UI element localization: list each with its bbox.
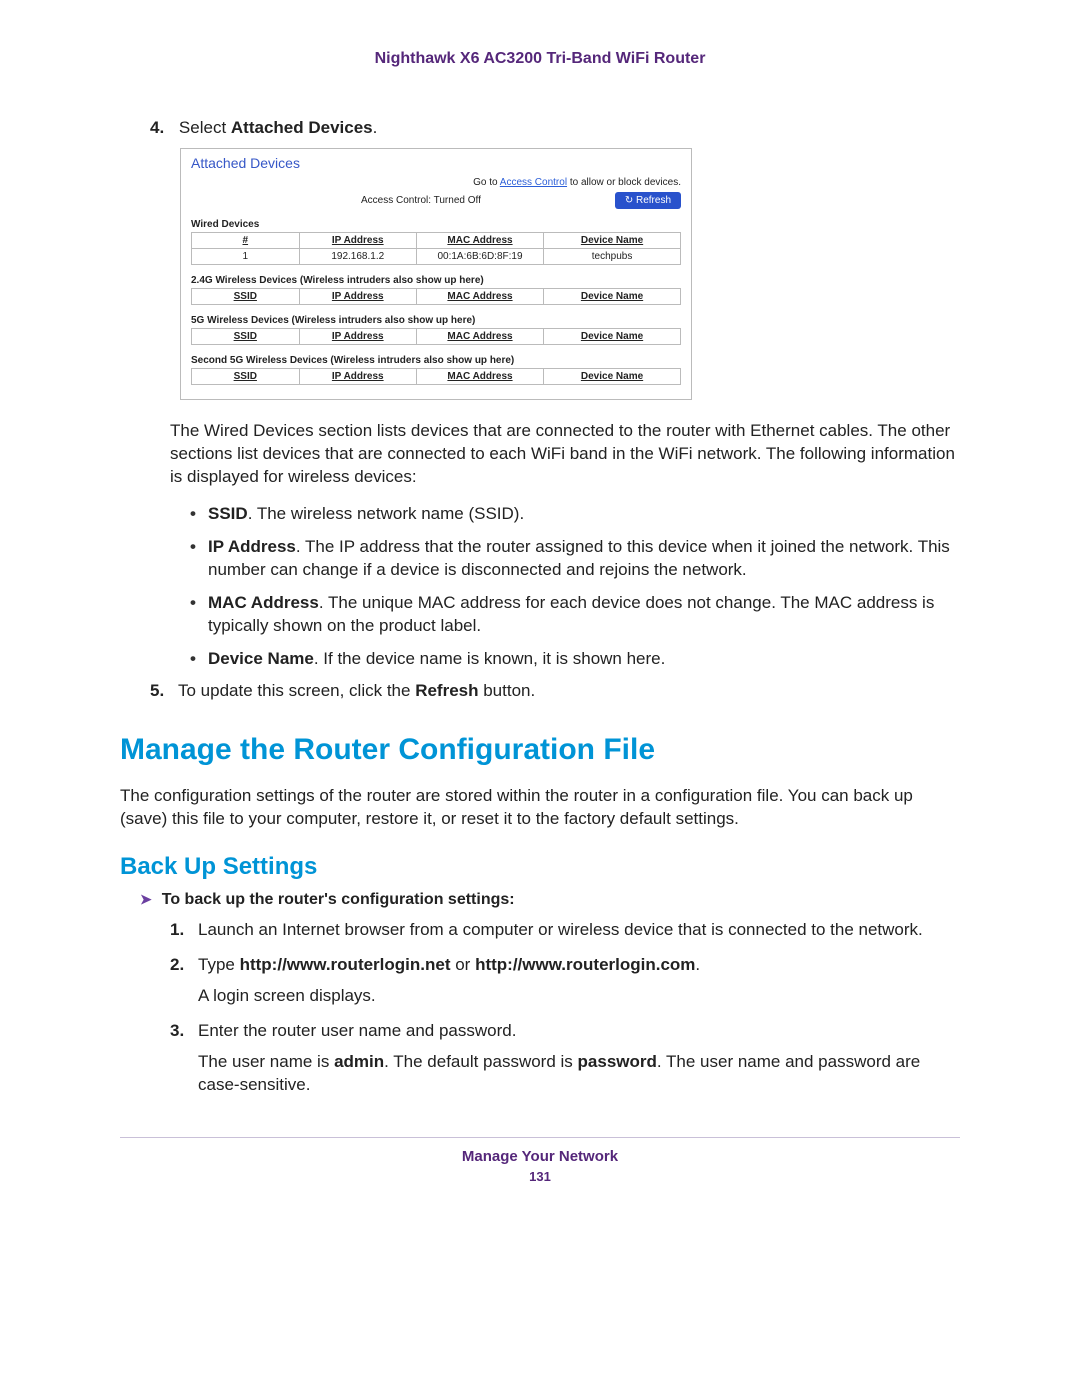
step-text-mid: or bbox=[451, 955, 476, 974]
col-device: Device Name bbox=[544, 289, 681, 305]
table-header-row: SSID IP Address MAC Address Device Name bbox=[192, 289, 681, 305]
list-item: SSID. The wireless network name (SSID). bbox=[190, 503, 960, 526]
url-2: http://www.routerlogin.com bbox=[475, 955, 695, 974]
wired-devices-label: Wired Devices bbox=[181, 215, 691, 230]
col-device: Device Name bbox=[544, 329, 681, 345]
doc-header-title: Nighthawk X6 AC3200 Tri-Band WiFi Router bbox=[120, 50, 960, 68]
wired-devices-table: # IP Address MAC Address Device Name 1 1… bbox=[191, 232, 681, 265]
table-header-row: SSID IP Address MAC Address Device Name bbox=[192, 329, 681, 345]
col-mac: MAC Address bbox=[416, 369, 543, 385]
step-5-pre: To update this screen, click the bbox=[178, 681, 415, 700]
backup-step-3: 3. Enter the router user name and passwo… bbox=[170, 1020, 960, 1097]
ssid-desc: . The wireless network name (SSID). bbox=[248, 504, 525, 523]
wired-description-paragraph: The Wired Devices section lists devices … bbox=[170, 420, 960, 489]
devname-term: Device Name bbox=[208, 649, 314, 668]
col-device: Device Name bbox=[544, 369, 681, 385]
section-heading-manage-config: Manage the Router Configuration File bbox=[120, 733, 960, 767]
wireless-24g-table: SSID IP Address MAC Address Device Name bbox=[191, 288, 681, 305]
col-ip: IP Address bbox=[299, 329, 416, 345]
step-5-post: button. bbox=[479, 681, 536, 700]
table-header-row: # IP Address MAC Address Device Name bbox=[192, 233, 681, 249]
backup-step-1: 1. Launch an Internet browser from a com… bbox=[170, 919, 960, 942]
cell-ip: 192.168.1.2 bbox=[299, 249, 416, 265]
config-file-paragraph: The configuration settings of the router… bbox=[120, 785, 960, 831]
list-item: MAC Address. The unique MAC address for … bbox=[190, 592, 960, 638]
step-text: Launch an Internet browser from a comput… bbox=[198, 920, 923, 939]
refresh-icon: ↻ bbox=[625, 195, 636, 206]
access-control-hint: Go to Access Control to allow or block d… bbox=[181, 173, 691, 190]
step-4-text-prefix: Select bbox=[179, 118, 231, 137]
col-ip: IP Address bbox=[299, 369, 416, 385]
col-ssid: SSID bbox=[192, 289, 300, 305]
col-ip: IP Address bbox=[299, 233, 416, 249]
backup-step-2: 2. Type http://www.routerlogin.net or ht… bbox=[170, 954, 960, 1008]
password-bold: password bbox=[578, 1052, 657, 1071]
sub-mid: . The default password is bbox=[384, 1052, 577, 1071]
access-control-status: Access Control: Turned Off bbox=[361, 195, 481, 206]
step-text-post: . bbox=[695, 955, 700, 974]
attached-devices-panel: Attached Devices Go to Access Control to… bbox=[180, 148, 692, 400]
table-row: 1 192.168.1.2 00:1A:6B:6D:8F:19 techpubs bbox=[192, 249, 681, 265]
wireless-5g-label: 5G Wireless Devices (Wireless intruders … bbox=[181, 311, 691, 326]
col-ssid: SSID bbox=[192, 369, 300, 385]
table-header-row: SSID IP Address MAC Address Device Name bbox=[192, 369, 681, 385]
col-mac: MAC Address bbox=[416, 289, 543, 305]
mac-term: MAC Address bbox=[208, 593, 319, 612]
step-4-text-bold: Attached Devices bbox=[231, 118, 373, 137]
cell-num: 1 bbox=[192, 249, 300, 265]
chevron-right-icon: ➤ bbox=[140, 891, 152, 907]
col-ssid: SSID bbox=[192, 329, 300, 345]
cell-mac: 00:1A:6B:6D:8F:19 bbox=[416, 249, 543, 265]
procedure-title: ➤ To back up the router's configuration s… bbox=[140, 891, 960, 909]
step-text-pre: Type bbox=[198, 955, 240, 974]
step-text: Enter the router user name and password. bbox=[198, 1021, 516, 1040]
ip-desc: . The IP address that the router assigne… bbox=[208, 537, 950, 579]
panel-title: Attached Devices bbox=[181, 149, 691, 173]
go-to-suffix: to allow or block devices. bbox=[567, 177, 681, 188]
step-5-number: 5. bbox=[150, 680, 164, 703]
col-ip: IP Address bbox=[299, 289, 416, 305]
col-device: Device Name bbox=[544, 233, 681, 249]
step-4-text-suffix: . bbox=[373, 118, 378, 137]
step-4: 4. Select Attached Devices. bbox=[150, 118, 960, 138]
ssid-term: SSID bbox=[208, 504, 248, 523]
list-item: Device Name. If the device name is known… bbox=[190, 648, 960, 671]
refresh-label: Refresh bbox=[636, 195, 671, 206]
go-to-text: Go to bbox=[473, 177, 500, 188]
subsection-heading-backup: Back Up Settings bbox=[120, 853, 960, 881]
footer-page-number: 131 bbox=[120, 1169, 960, 1184]
step-subtext: A login screen displays. bbox=[198, 985, 960, 1008]
step-number: 2. bbox=[170, 954, 184, 977]
cell-device: techpubs bbox=[544, 249, 681, 265]
wireless-5g2-label: Second 5G Wireless Devices (Wireless int… bbox=[181, 351, 691, 366]
refresh-button[interactable]: ↻ Refresh bbox=[615, 192, 681, 209]
field-descriptions-list: SSID. The wireless network name (SSID). … bbox=[190, 503, 960, 671]
col-num: # bbox=[192, 233, 300, 249]
sub-pre: The user name is bbox=[198, 1052, 334, 1071]
url-1: http://www.routerlogin.net bbox=[240, 955, 451, 974]
col-mac: MAC Address bbox=[416, 233, 543, 249]
step-subtext: The user name is admin. The default pass… bbox=[198, 1051, 960, 1097]
step-number: 3. bbox=[170, 1020, 184, 1043]
footer-chapter: Manage Your Network bbox=[120, 1148, 960, 1165]
wireless-5g-table: SSID IP Address MAC Address Device Name bbox=[191, 328, 681, 345]
procedure-title-text: To back up the router's configuration se… bbox=[162, 891, 515, 908]
footer-divider bbox=[120, 1137, 960, 1138]
access-control-link[interactable]: Access Control bbox=[500, 177, 567, 188]
ip-term: IP Address bbox=[208, 537, 296, 556]
wireless-5g2-table: SSID IP Address MAC Address Device Name bbox=[191, 368, 681, 385]
step-5: 5. To update this screen, click the Refr… bbox=[150, 680, 960, 703]
devname-desc: . If the device name is known, it is sho… bbox=[314, 649, 666, 668]
step-number: 1. bbox=[170, 919, 184, 942]
step-4-number: 4. bbox=[150, 118, 164, 137]
wireless-24g-label: 2.4G Wireless Devices (Wireless intruder… bbox=[181, 271, 691, 286]
step-5-bold: Refresh bbox=[415, 681, 478, 700]
col-mac: MAC Address bbox=[416, 329, 543, 345]
admin-bold: admin bbox=[334, 1052, 384, 1071]
list-item: IP Address. The IP address that the rout… bbox=[190, 536, 960, 582]
